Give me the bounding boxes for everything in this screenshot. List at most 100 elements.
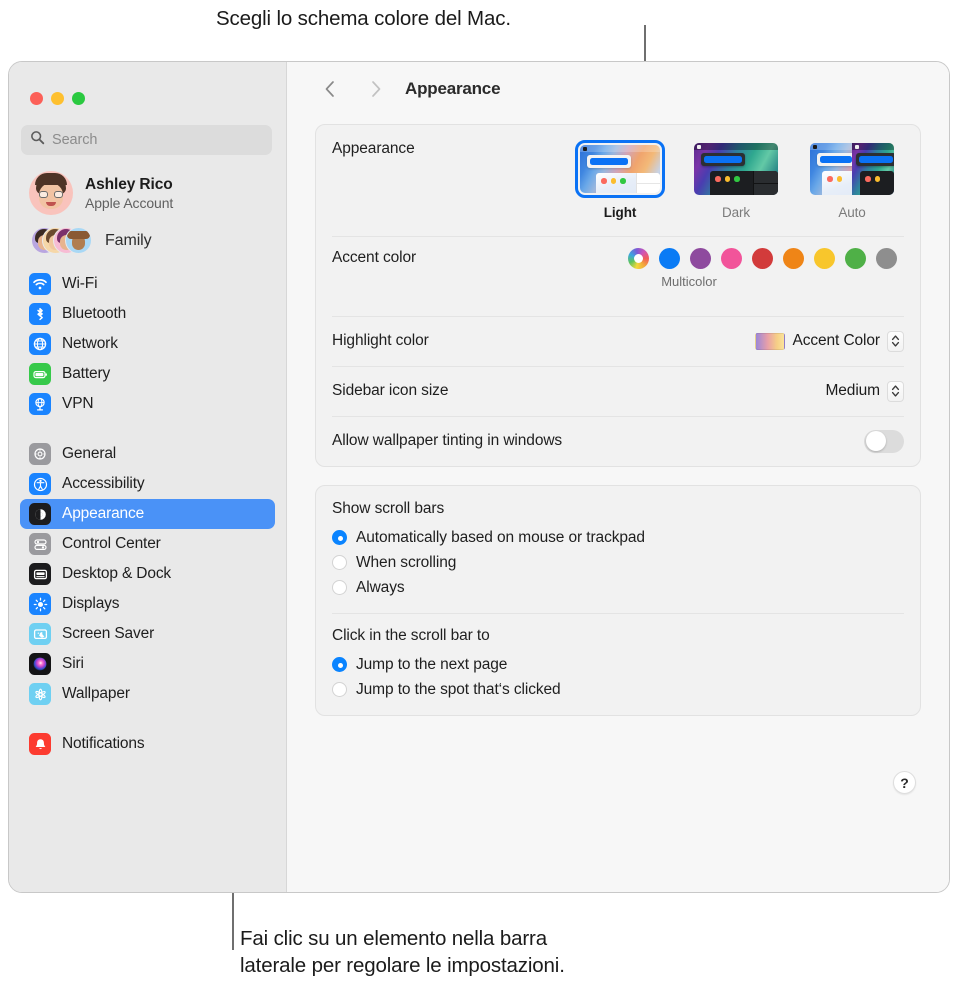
appearance-option-light[interactable]: Light	[575, 140, 665, 220]
search-placeholder: Search	[52, 132, 98, 148]
sidebar-item-siri[interactable]: Siri	[20, 649, 275, 679]
zoom-button[interactable]	[72, 92, 85, 105]
sidebar-item-label: Notifications	[62, 735, 145, 752]
wallpaper-icon	[29, 683, 51, 705]
sidebar-family-row[interactable]: Family	[9, 215, 286, 255]
sidebar-item-label: Desktop & Dock	[62, 565, 172, 582]
sidebar-item-appearance[interactable]: Appearance	[20, 499, 275, 529]
highlight-color-popup[interactable]: Accent Color	[755, 330, 904, 352]
displays-icon	[29, 593, 51, 615]
accent-swatch-purple[interactable]	[690, 247, 711, 269]
radio-when-scrolling[interactable]: When scrolling	[332, 550, 904, 575]
sidebar-account-row[interactable]: Ashley Rico Apple Account	[9, 155, 286, 215]
highlight-color-row: Highlight color Accent Color	[316, 316, 920, 366]
show-scroll-bars-label: Show scroll bars	[332, 500, 445, 517]
sidebar-item-vpn[interactable]: VPN	[20, 389, 275, 419]
accent-swatch-graphite[interactable]	[876, 247, 897, 269]
accent-color-swatches	[628, 247, 897, 269]
sidebar-item-wi-fi[interactable]: Wi-Fi	[20, 269, 275, 299]
chevron-updown-icon[interactable]	[887, 380, 904, 402]
wallpaper-tinting-toggle[interactable]	[864, 429, 904, 453]
family-label: Family	[105, 232, 152, 249]
appearance-option-label: Light	[603, 205, 637, 220]
page-title: Appearance	[405, 79, 501, 98]
sidebar-item-label: Displays	[62, 595, 120, 612]
bottom-callout-caption: Fai clic su un elemento nella barra late…	[240, 925, 565, 979]
sidebar-item-label: Siri	[62, 655, 84, 672]
search-icon	[30, 130, 45, 150]
sidebar-item-label: Screen Saver	[62, 625, 155, 642]
window-controls	[9, 62, 286, 105]
radio-button[interactable]	[332, 657, 347, 672]
sidebar-item-accessibility[interactable]: Accessibility	[20, 469, 275, 499]
sidebar-item-wallpaper[interactable]: Wallpaper	[20, 679, 275, 709]
accent-swatch-blue[interactable]	[659, 247, 680, 269]
accent-color-caption: Multicolor	[661, 274, 717, 289]
system-settings-window: Search Ashley Rico Apple Account Family …	[8, 61, 950, 893]
show-scroll-bars-section: Show scroll bars Automatically based on …	[316, 486, 920, 613]
avatar	[29, 171, 73, 215]
sidebar-item-desktop-and-dock[interactable]: Desktop & Dock	[20, 559, 275, 589]
sidebar-icon-size-label: Sidebar icon size	[332, 382, 449, 399]
appearance-option-dark[interactable]: Dark	[691, 140, 781, 220]
sidebar-item-network[interactable]: Network	[20, 329, 275, 359]
chevron-right-icon[interactable]	[361, 74, 391, 104]
sidebar-item-screen-saver[interactable]: Screen Saver	[20, 619, 275, 649]
close-button[interactable]	[30, 92, 43, 105]
sidebar-item-notifications[interactable]: Notifications	[20, 729, 275, 759]
radio-button[interactable]	[332, 530, 347, 545]
radio-label: When scrolling	[356, 553, 457, 571]
radio-jump-to-spot[interactable]: Jump to the spot that‘s clicked	[332, 677, 904, 702]
bluetooth-icon	[29, 303, 51, 325]
radio-button[interactable]	[332, 555, 347, 570]
sidebar-item-label: Network	[62, 335, 118, 352]
vpn-icon	[29, 393, 51, 415]
radio-automatically[interactable]: Automatically based on mouse or trackpad	[332, 525, 904, 550]
appearance-option-label: Auto	[838, 205, 866, 220]
account-name: Ashley Rico	[85, 175, 173, 193]
appearance-thumb-dark[interactable]	[691, 140, 781, 198]
notifications-icon	[29, 733, 51, 755]
highlight-color-swatch	[755, 332, 786, 350]
radio-button[interactable]	[332, 682, 347, 697]
appearance-thumb-light[interactable]	[575, 140, 665, 198]
accent-swatch-red[interactable]	[752, 247, 773, 269]
minimize-button[interactable]	[51, 92, 64, 105]
chevron-left-icon[interactable]	[315, 74, 345, 104]
chevron-updown-icon[interactable]	[887, 330, 904, 352]
radio-jump-next-page[interactable]: Jump to the next page	[332, 652, 904, 677]
wallpaper-tinting-label: Allow wallpaper tinting in windows	[332, 432, 563, 449]
accent-swatch-pink[interactable]	[721, 247, 742, 269]
toolbar: Appearance	[287, 62, 949, 116]
radio-button[interactable]	[332, 580, 347, 595]
desktop-dock-icon	[29, 563, 51, 585]
sidebar-item-control-center[interactable]: Control Center	[20, 529, 275, 559]
sidebar-icon-size-popup[interactable]: Medium	[825, 380, 904, 402]
sidebar-item-displays[interactable]: Displays	[20, 589, 275, 619]
radio-label: Jump to the spot that‘s clicked	[356, 680, 561, 698]
accessibility-icon	[29, 473, 51, 495]
appearance-option-auto[interactable]: Auto	[807, 140, 897, 220]
sidebar-item-label: Wi-Fi	[62, 275, 98, 292]
accent-swatch-multicolor[interactable]	[628, 247, 649, 269]
sidebar-item-battery[interactable]: Battery	[20, 359, 275, 389]
sidebar-item-label: Appearance	[62, 505, 145, 522]
sidebar-icon-size-row: Sidebar icon size Medium	[316, 366, 920, 416]
sidebar-item-bluetooth[interactable]: Bluetooth	[20, 299, 275, 329]
accent-swatch-green[interactable]	[845, 247, 866, 269]
help-button[interactable]: ?	[893, 771, 916, 794]
sidebar-item-general[interactable]: General	[20, 439, 275, 469]
radio-label: Jump to the next page	[356, 655, 508, 673]
highlight-color-label: Highlight color	[332, 332, 429, 349]
bottom-callout-line1: Fai clic su un elemento nella barra	[240, 927, 547, 950]
search-input[interactable]: Search	[21, 125, 272, 155]
accent-swatch-yellow[interactable]	[814, 247, 835, 269]
siri-icon	[29, 653, 51, 675]
radio-always[interactable]: Always	[332, 575, 904, 600]
control-center-icon	[29, 533, 51, 555]
family-avatars-icon	[31, 227, 93, 255]
accent-swatch-orange[interactable]	[783, 247, 804, 269]
sidebar-item-label: VPN	[62, 395, 94, 412]
scroll-bars-card: Show scroll bars Automatically based on …	[315, 485, 921, 716]
appearance-thumb-auto[interactable]	[807, 140, 897, 198]
